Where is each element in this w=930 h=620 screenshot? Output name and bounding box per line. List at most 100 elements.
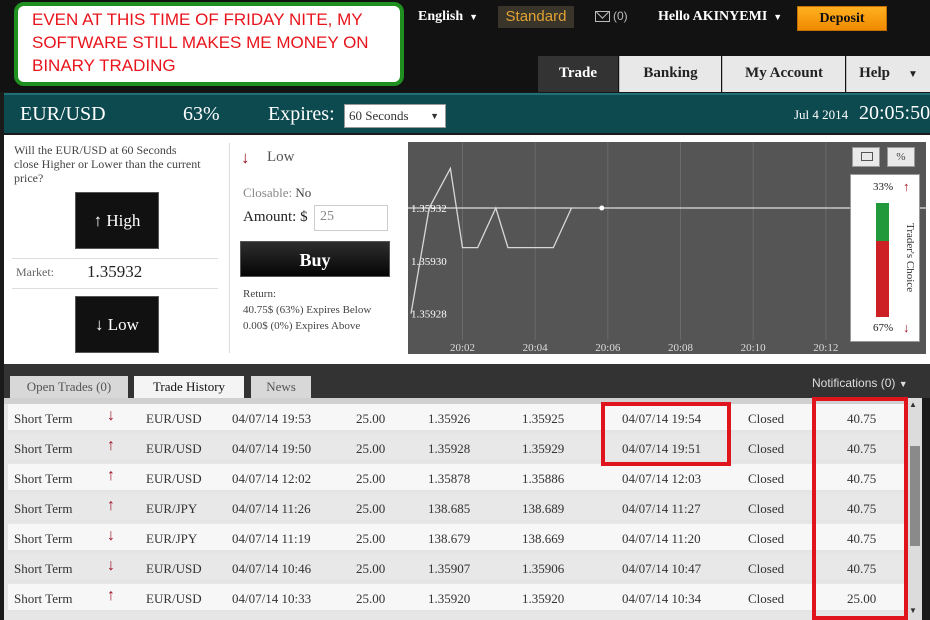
cell-closed-at: 04/07/14 11:20: [622, 531, 701, 546]
cell-pair: EUR/JPY: [146, 531, 198, 546]
messages-link[interactable]: (0): [595, 9, 628, 23]
cell-exit: 1.35929: [522, 441, 565, 456]
divider: [12, 258, 218, 259]
trade-question: Will the EUR/USD at 60 Seconds close Hig…: [14, 143, 201, 185]
chart-type-button[interactable]: [852, 147, 880, 167]
percent-toggle-button[interactable]: %: [887, 147, 915, 167]
cell-term: Short Term: [14, 411, 73, 426]
cell-closed-at: 04/07/14 10:34: [622, 591, 702, 606]
highlight-box-payouts: [812, 397, 908, 620]
high-button[interactable]: ↑ High: [75, 192, 159, 249]
market-value: 1.35932: [87, 262, 143, 281]
arrow-up-icon: ↑: [107, 437, 115, 454]
cell-status: Closed: [748, 531, 785, 546]
cell-exit: 1.35886: [522, 471, 565, 486]
user-greeting: Hello AKINYEMI: [658, 9, 768, 24]
cell-status: Closed: [748, 591, 785, 606]
scroll-down-icon[interactable]: ▼: [909, 606, 917, 615]
cell-term: Short Term: [14, 441, 73, 456]
scroll-up-icon[interactable]: ▲: [909, 400, 917, 409]
traders-choice-label: Trader's Choice: [904, 223, 916, 293]
return-below: 40.75$ (63%) Expires Below: [243, 304, 372, 316]
amount-input[interactable]: 25: [314, 205, 388, 231]
arrow-down-icon: ↓: [107, 557, 115, 574]
arrow-down-icon: ↓: [95, 315, 104, 334]
tab-news[interactable]: News: [251, 376, 311, 398]
history-tab-bar: Open Trades (0) Trade History News Notif…: [4, 364, 930, 399]
buy-button[interactable]: Buy: [240, 241, 390, 277]
asset-pair: EUR/USD: [20, 103, 106, 125]
amount-label: Amount: $: [243, 209, 308, 225]
cell-status: Closed: [748, 411, 785, 426]
divider: [12, 288, 218, 289]
arrow-up-icon: ↑: [107, 467, 115, 484]
price-series-line: [410, 166, 602, 314]
table-row[interactable]: Short Term ↑ EUR/JPY 04/07/14 11:26 25.00 138…: [8, 494, 904, 522]
closable-label: Closable:: [243, 185, 293, 200]
cell-amount: 25.00: [356, 471, 386, 486]
table-row[interactable]: Short Term ↑ EUR/USD 04/07/14 12:02 25.00 1.3…: [8, 464, 904, 492]
messages-count: (0): [613, 9, 628, 23]
cell-amount: 25.00: [356, 411, 386, 426]
cell-status: Closed: [748, 501, 785, 516]
tab-trade[interactable]: Trade: [538, 56, 618, 92]
table-row[interactable]: Short Term ↓ EUR/USD 04/07/14 10:46 25.00 1.3…: [8, 554, 904, 582]
price-chart: 20:02 20:04 20:06 20:08 20:10 20:121.359321.3…: [408, 142, 926, 354]
arrow-up-icon: ↑: [903, 179, 910, 194]
tab-banking[interactable]: Banking: [619, 56, 721, 92]
selected-direction: Low: [267, 149, 295, 165]
chevron-down-icon: ▼: [907, 69, 918, 80]
cell-exit: 1.35925: [522, 411, 565, 426]
cell-term: Short Term: [14, 561, 73, 576]
cell-amount: 25.00: [356, 501, 386, 516]
help-label: Help: [859, 65, 890, 81]
low-button[interactable]: ↓ Low: [75, 296, 159, 353]
cell-pair: EUR/JPY: [146, 501, 198, 516]
cell-status: Closed: [748, 471, 785, 486]
traders-choice-up-bar: [876, 203, 889, 241]
cell-term: Short Term: [14, 591, 73, 606]
chevron-down-icon: ▼: [469, 11, 479, 22]
notifications-toggle[interactable]: Notifications (0) ▼: [812, 376, 908, 390]
arrow-down-icon: ↓: [241, 148, 250, 167]
tab-my-account[interactable]: My Account: [722, 56, 845, 92]
table-row[interactable]: Short Term ↑ EUR/USD 04/07/14 19:50 25.00 1.3…: [8, 434, 904, 462]
cell-pair: EUR/USD: [146, 561, 202, 576]
cell-amount: 25.00: [356, 441, 386, 456]
highlight-box-close-times: [601, 402, 731, 466]
language-selector[interactable]: English ▼: [418, 9, 478, 25]
tab-help[interactable]: Help ▼: [846, 56, 930, 92]
scrollbar-thumb[interactable]: [910, 446, 920, 546]
notifications-label: Notifications (0): [812, 376, 896, 390]
cell-opened: 04/07/14 19:50: [232, 441, 312, 456]
cell-entry: 1.35926: [428, 411, 471, 426]
x-tick-label: 20:08: [668, 342, 694, 354]
current-price-point: [599, 205, 605, 211]
traders-choice-up-percent: 33%: [873, 181, 894, 193]
cell-opened: 04/07/14 11:19: [232, 531, 311, 546]
cell-opened: 04/07/14 10:46: [232, 561, 312, 576]
table-row[interactable]: Short Term ↑ EUR/USD 04/07/14 10:33 25.00 1.3…: [8, 584, 904, 612]
table-row[interactable]: Short Term ↓ EUR/JPY 04/07/14 11:19 25.00 138…: [8, 524, 904, 552]
current-time: 20:05:50: [859, 102, 930, 124]
cell-closed-at: 04/07/14 11:27: [622, 501, 701, 516]
traders-choice-down-percent: 67%: [873, 322, 894, 334]
cell-pair: EUR/USD: [146, 411, 202, 426]
expiry-select[interactable]: 60 Seconds ▼: [344, 104, 446, 128]
arrow-up-icon: ↑: [107, 587, 115, 604]
cell-entry: 138.679: [428, 531, 471, 546]
deposit-button[interactable]: Deposit: [797, 6, 887, 31]
cell-closed-at: 04/07/14 10:47: [622, 561, 702, 576]
cell-opened: 04/07/14 19:53: [232, 411, 312, 426]
cell-amount: 25.00: [356, 531, 386, 546]
arrow-down-icon: ↓: [107, 407, 115, 424]
market-label: Market:: [16, 265, 54, 279]
traders-choice-panel: 33% ↑ Trader's Choice 67% ↓: [850, 174, 920, 342]
user-menu[interactable]: Hello AKINYEMI ▼: [658, 9, 782, 25]
tab-trade-history[interactable]: Trade History: [134, 376, 244, 399]
trade-history-table: Short Term ↓ EUR/USD 04/07/14 19:53 25.00 1.3…: [4, 398, 908, 620]
tab-open-trades[interactable]: Open Trades (0): [10, 376, 128, 398]
table-row[interactable]: Short Term ↓ EUR/USD 04/07/14 19:53 25.00 1.3…: [8, 404, 904, 432]
x-tick-label: 20:04: [523, 342, 549, 354]
current-date: Jul 4 2014: [794, 107, 849, 122]
